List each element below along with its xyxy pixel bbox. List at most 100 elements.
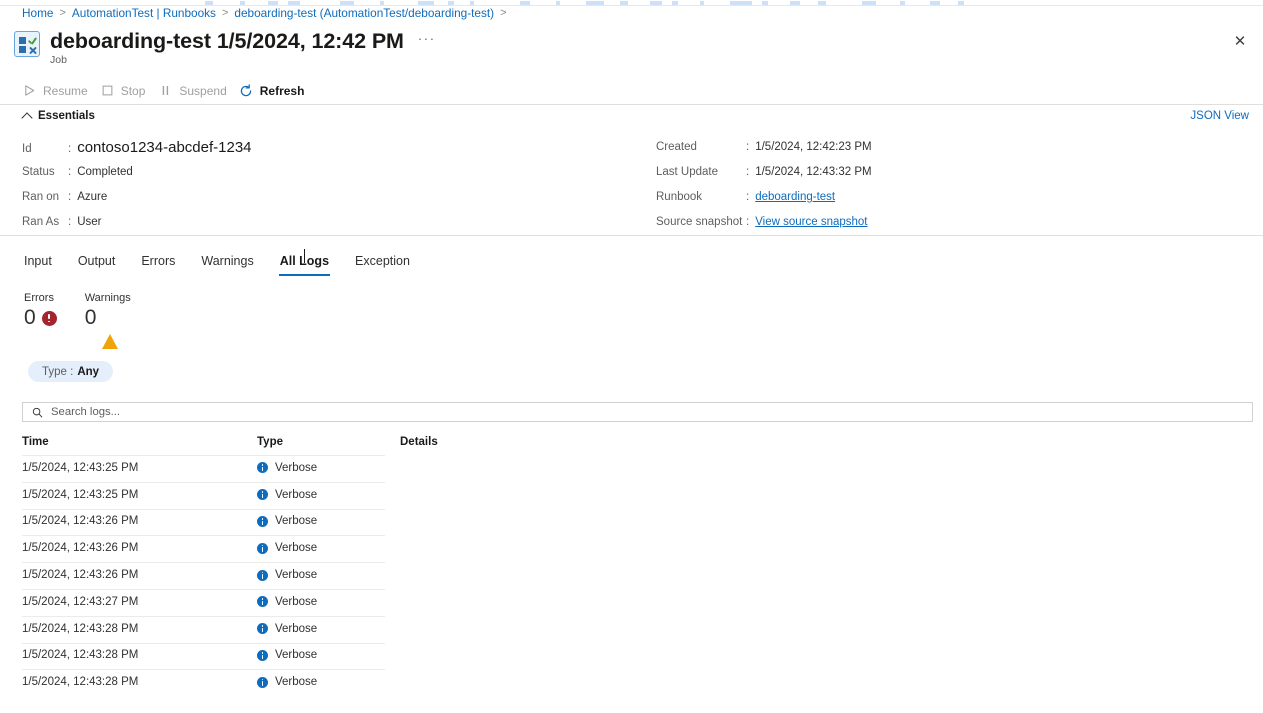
command-label: Refresh: [259, 83, 305, 98]
essentials-toggle[interactable]: Essentials: [22, 110, 95, 122]
column-header-details[interactable]: Details: [400, 436, 1253, 448]
essentials-value[interactable]: deboarding-test: [755, 185, 835, 210]
essentials-row: Id: contoso1234-abcdef-1234: [22, 135, 252, 160]
job-icon: [14, 31, 40, 57]
filter-pill-type[interactable]: Type : Any: [28, 361, 114, 382]
info-icon: [257, 489, 268, 501]
command-label: Stop: [120, 83, 146, 98]
cell-type-label: Verbose: [275, 649, 318, 662]
breadcrumb-item-1[interactable]: AutomationTest | Runbooks: [72, 6, 216, 20]
essentials-value: 1/5/2024, 12:43:32 PM: [755, 166, 872, 178]
refresh-icon: [239, 83, 254, 98]
cell-type: Verbose: [257, 515, 400, 527]
essentials-label: Source snapshot: [656, 216, 743, 228]
counter-label: Warnings: [84, 292, 131, 304]
page-title-row: deboarding-test 1/5/2024, 12:42 PM ··· Jo…: [14, 27, 436, 67]
table-row[interactable]: 1/5/2024, 12:43:26 PM Verbose: [22, 561, 1253, 588]
essentials-divider: [0, 235, 1263, 236]
tab-label: Input: [24, 254, 52, 268]
essentials-link[interactable]: deboarding-test: [755, 191, 835, 203]
cell-time: 1/5/2024, 12:43:28 PM: [22, 676, 139, 689]
cell-type-label: Verbose: [275, 595, 318, 608]
info-icon: [257, 515, 268, 527]
filter-pill-value: Any: [77, 365, 100, 378]
essentials-label: Runbook: [656, 191, 703, 203]
tab-exception[interactable]: Exception: [342, 250, 423, 276]
cell-type: Verbose: [257, 569, 400, 581]
table-row[interactable]: 1/5/2024, 12:43:27 PM Verbose: [22, 588, 1253, 615]
table-row[interactable]: 1/5/2024, 12:43:26 PM Verbose: [22, 534, 1253, 561]
search-logs-box[interactable]: [22, 402, 1253, 422]
table-row[interactable]: 1/5/2024, 12:43:28 PM Verbose: [22, 615, 1253, 642]
tab-output[interactable]: Output: [65, 250, 129, 276]
essentials-row: Ran on: Azure: [22, 185, 252, 210]
breadcrumb-separator: >: [500, 7, 507, 19]
counter-value-row: 0: [84, 306, 131, 349]
tab-all-logs[interactable]: All Logs: [267, 249, 342, 276]
chevron-up-icon: [22, 111, 32, 121]
play-icon: [22, 83, 37, 98]
json-view-link[interactable]: JSON View: [1190, 110, 1249, 122]
essentials-colon: :: [68, 191, 72, 203]
essentials-colon: :: [68, 216, 72, 228]
counter-errors: Errors 0: [24, 292, 57, 330]
column-header-time[interactable]: Time: [22, 436, 257, 448]
cell-type: Verbose: [257, 542, 400, 554]
essentials-value: Azure: [77, 191, 108, 203]
essentials-colon: :: [746, 141, 750, 153]
close-icon[interactable]: ✕: [1229, 30, 1251, 52]
cell-time: 1/5/2024, 12:43:28 PM: [22, 649, 139, 662]
table-row[interactable]: 1/5/2024, 12:43:28 PM Verbose: [22, 668, 1253, 695]
breadcrumb-separator: >: [221, 7, 229, 19]
essentials-row: Ran As: User: [22, 210, 252, 235]
cell-type-label: Verbose: [275, 488, 318, 501]
breadcrumb-item-0[interactable]: Home: [22, 6, 53, 20]
essentials-colon: :: [68, 166, 72, 178]
essentials-row: Created:1/5/2024, 12:42:23 PM: [656, 135, 872, 160]
counter-value-row: 0: [24, 306, 57, 330]
cell-time: 1/5/2024, 12:43:26 PM: [22, 569, 139, 582]
cell-type-label: Verbose: [275, 622, 318, 635]
essentials-colon: :: [746, 216, 750, 228]
table-row[interactable]: 1/5/2024, 12:43:26 PM Verbose: [22, 508, 1253, 535]
table-row[interactable]: 1/5/2024, 12:43:28 PM Verbose: [22, 642, 1253, 669]
column-header-type[interactable]: Type: [257, 436, 400, 448]
essentials-right-column: Created:1/5/2024, 12:42:23 PM Last Update…: [656, 135, 872, 235]
tab-input[interactable]: Input: [22, 250, 65, 276]
tab-label: Warnings: [201, 254, 254, 268]
tab-errors[interactable]: Errors: [128, 250, 188, 276]
info-icon: [257, 676, 268, 688]
table-row[interactable]: 1/5/2024, 12:43:25 PM Verbose: [22, 454, 1253, 481]
command-refresh-button[interactable]: Refresh: [237, 81, 315, 100]
essentials-left-column: Id: contoso1234-abcdef-1234 Status: Complet…: [22, 135, 252, 235]
tab-warnings[interactable]: Warnings: [188, 250, 266, 276]
essentials-value: User: [77, 216, 102, 228]
table-row[interactable]: 1/5/2024, 12:43:25 PM Verbose: [22, 481, 1253, 508]
command-bar: Resume Stop Suspend Refresh: [20, 79, 1263, 102]
cell-type: Verbose: [257, 649, 400, 661]
logs-table: Time Type Details 1/5/2024, 12:43:25 PM V…: [22, 430, 1253, 695]
essentials-value: 1/5/2024, 12:42:23 PM: [755, 141, 872, 153]
essentials-label: Status: [22, 166, 55, 178]
cell-time: 1/5/2024, 12:43:25 PM: [22, 488, 139, 501]
breadcrumb-item-2[interactable]: deboarding-test (AutomationTest/deboardi…: [234, 6, 494, 20]
essentials-colon: :: [746, 191, 750, 203]
cell-time: 1/5/2024, 12:43:26 PM: [22, 515, 139, 528]
search-input[interactable]: [51, 406, 1245, 418]
tab-label: Errors: [141, 254, 176, 268]
essentials-label: Ran As: [22, 216, 60, 228]
cell-time: 1/5/2024, 12:43:27 PM: [22, 595, 139, 608]
essentials-label: Ran on: [22, 191, 60, 203]
essentials-link[interactable]: View source snapshot: [755, 216, 867, 228]
filter-pill-label: Type :: [42, 365, 74, 378]
essentials-label: Created: [656, 141, 697, 153]
essentials-value: Completed: [77, 166, 133, 178]
command-label: Suspend: [179, 83, 227, 98]
essentials-colon: :: [746, 166, 750, 178]
cell-type: Verbose: [257, 489, 400, 501]
counter-number: 0: [84, 306, 97, 329]
essentials-value[interactable]: View source snapshot: [755, 210, 867, 235]
info-icon: [257, 623, 268, 635]
tab-bar: Input Output Errors Warnings All Logs Excepti…: [22, 249, 423, 276]
more-options-button[interactable]: ···: [418, 32, 436, 46]
